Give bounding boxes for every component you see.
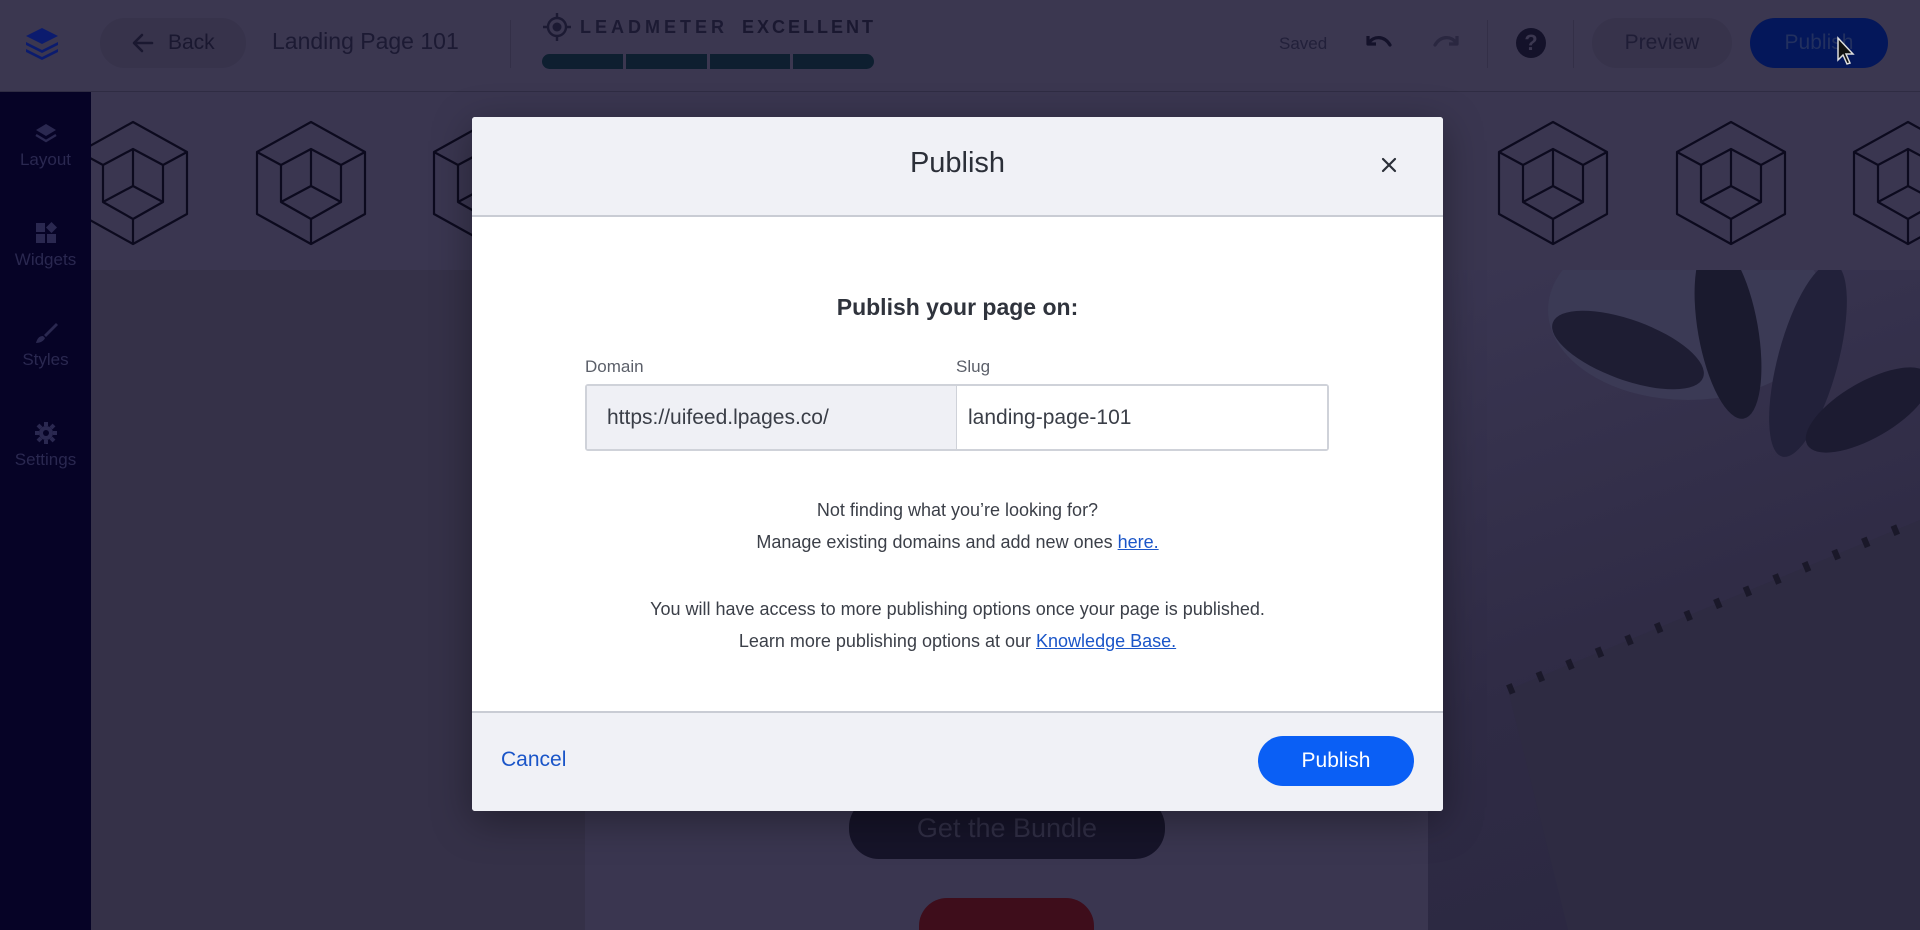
sidebar-item-label: Widgets <box>14 250 77 269</box>
publish-top-button[interactable]: Publish <box>1750 18 1888 68</box>
publish-dialog: Publish Publish your page on: Domain Slu… <box>472 117 1443 811</box>
layers-icon <box>34 124 57 143</box>
back-button[interactable]: Back <box>100 18 246 68</box>
domain-select[interactable]: https://uifeed.lpages.co/ <box>587 386 957 449</box>
sidebar-item-layout[interactable]: Layout <box>0 120 91 170</box>
divider <box>510 20 511 68</box>
knowledge-base-label: Learn more publishing options at our <box>738 631 1037 651</box>
widgets-icon <box>35 222 57 243</box>
dialog-body: Publish your page on: Domain Slug https:… <box>472 217 1443 711</box>
mouse-cursor-icon <box>1837 36 1855 65</box>
sidebar-item-label: Layout <box>19 150 72 169</box>
manage-domains-label: Manage existing domains and add new ones <box>756 532 1118 552</box>
leadmeter-segment <box>625 54 707 69</box>
sidebar-item-label: Settings <box>14 450 77 469</box>
sidebar-item-label: Styles <box>22 350 69 369</box>
cube-outline-icon <box>91 120 189 246</box>
redo-icon[interactable] <box>1431 30 1461 56</box>
close-icon <box>1381 157 1397 173</box>
leadmeter[interactable]: LEADMETER EXCELLENT <box>542 13 876 69</box>
layers-logo-icon[interactable] <box>18 20 66 68</box>
dialog-title: Publish <box>909 147 1006 179</box>
leadmeter-segment <box>542 54 623 69</box>
leadmeter-segment <box>709 54 791 69</box>
cube-outline-icon <box>1497 120 1609 246</box>
undo-icon[interactable] <box>1364 30 1394 56</box>
help-text: Not finding what you’re looking for? <box>816 500 1099 520</box>
cancel-button[interactable]: Cancel <box>501 748 566 772</box>
gear-icon <box>34 422 57 444</box>
cube-outline-icon <box>255 120 366 246</box>
divider <box>1573 20 1574 68</box>
publish-button[interactable]: Publish <box>1258 736 1414 786</box>
knowledge-base-link[interactable]: Knowledge Base. <box>1036 631 1176 651</box>
page-name[interactable]: Landing Page 101 <box>272 28 459 55</box>
cube-outline-icon <box>1675 120 1786 246</box>
sidebar-item-widgets[interactable]: Widgets <box>0 220 91 270</box>
cube-outline-icon <box>1852 120 1920 246</box>
preview-button[interactable]: Preview <box>1592 18 1732 68</box>
photo-illustration <box>1506 270 1920 930</box>
close-button[interactable] <box>1375 151 1403 179</box>
leadmeter-rating: EXCELLENT <box>741 16 876 37</box>
dialog-header: Publish <box>472 117 1443 217</box>
leadmeter-label: LEADMETER <box>580 16 728 37</box>
arrow-left-icon <box>132 33 154 53</box>
slug-label: Slug <box>956 357 991 376</box>
publishing-options-text: You will have access to more publishing … <box>650 599 1265 619</box>
leadmeter-progress-bar <box>542 54 874 69</box>
succulent-photo <box>1428 270 1920 930</box>
leadmeter-segment <box>793 54 874 69</box>
domain-label: Domain <box>585 357 644 376</box>
back-label: Back <box>168 31 215 54</box>
help-icon[interactable]: ? <box>1516 28 1546 58</box>
publish-heading: Publish your page on: <box>836 294 1079 320</box>
knowledge-base-text: Learn more publishing options at our Kno… <box>472 631 1443 652</box>
brush-icon <box>35 323 58 343</box>
secondary-cta-button[interactable] <box>919 898 1094 930</box>
slug-input[interactable] <box>957 386 1327 449</box>
editor-sidebar: Layout Widgets Styles Settings <box>0 92 91 930</box>
editor-top-bar: Back Landing Page 101 LEADMETER EXCELLEN… <box>0 0 1920 92</box>
target-icon <box>543 13 571 41</box>
dialog-footer: Cancel Publish <box>472 711 1443 811</box>
divider <box>1487 20 1488 68</box>
manage-domains-text: Manage existing domains and add new ones… <box>472 532 1443 553</box>
manage-domains-link[interactable]: here. <box>1118 532 1159 552</box>
sidebar-item-styles[interactable]: Styles <box>0 320 91 370</box>
sidebar-item-settings[interactable]: Settings <box>0 420 91 470</box>
save-status: Saved <box>1279 34 1328 53</box>
url-field-group: https://uifeed.lpages.co/ <box>585 384 1329 451</box>
